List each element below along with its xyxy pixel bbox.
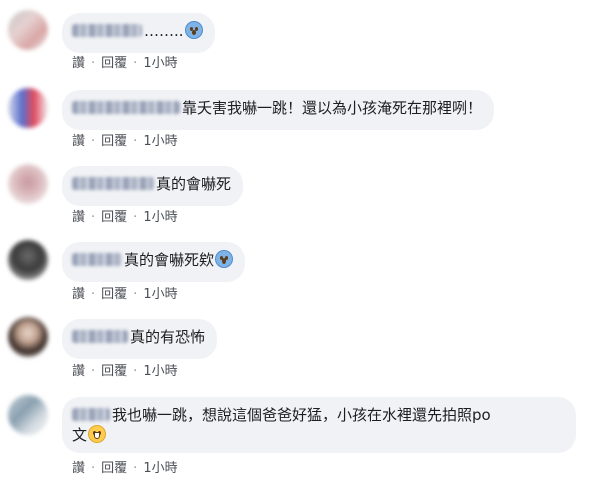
comment-actions: 讚 · 回覆 · 1小時 <box>72 364 178 380</box>
like-button[interactable]: 讚 <box>72 461 85 476</box>
like-button[interactable]: 讚 <box>72 56 85 71</box>
reply-button[interactable]: 回覆 <box>101 287 127 302</box>
separator: · <box>133 134 138 149</box>
reply-button[interactable]: 回覆 <box>101 210 127 225</box>
comment-bubble: 真的會嚇死 <box>62 166 244 206</box>
avatar[interactable] <box>8 317 48 357</box>
separator: · <box>133 364 138 379</box>
commenter-name[interactable] <box>72 330 128 343</box>
comment-actions: 讚 · 回覆 · 1小時 <box>72 56 178 72</box>
timestamp[interactable]: 1小時 <box>143 210 177 225</box>
comment-actions: 讚 · 回覆 · 1小時 <box>72 134 178 150</box>
avatar[interactable] <box>8 10 48 50</box>
avatar[interactable] <box>8 164 48 204</box>
comment-bubble: …….. <box>62 13 215 53</box>
avatar[interactable] <box>8 240 48 280</box>
scream-face-icon <box>215 250 234 268</box>
commenter-name[interactable] <box>72 177 154 190</box>
commenter-name[interactable] <box>72 101 180 114</box>
comment-text-continued: 文 <box>72 426 88 444</box>
timestamp[interactable]: 1小時 <box>143 56 177 71</box>
fear-face-icon <box>184 21 203 39</box>
comment-bubble: 我也嚇一跳，想說這個爸爸好猛，小孩在水裡還先拍照po 文 <box>62 397 576 453</box>
comment-text: 靠夭害我嚇一跳！還以為小孩淹死在那裡咧！ <box>182 99 483 117</box>
commenter-name[interactable] <box>72 253 122 266</box>
like-button[interactable]: 讚 <box>72 364 85 379</box>
separator: · <box>91 287 96 302</box>
comment-bubble: 真的有恐怖 <box>62 319 218 359</box>
like-button[interactable]: 讚 <box>72 210 85 225</box>
reply-button[interactable]: 回覆 <box>101 134 127 149</box>
comment-bubble: 真的會嚇死欸 <box>62 242 246 282</box>
commenter-name[interactable] <box>72 408 110 421</box>
avatar[interactable] <box>8 395 48 435</box>
reply-button[interactable]: 回覆 <box>101 461 127 476</box>
timestamp[interactable]: 1小時 <box>143 461 177 476</box>
timestamp[interactable]: 1小時 <box>143 287 177 302</box>
comment-text: …….. <box>144 22 184 40</box>
comment-actions: 讚 · 回覆 · 1小時 <box>72 461 178 477</box>
separator: · <box>133 210 138 225</box>
timestamp[interactable]: 1小時 <box>143 134 177 149</box>
comment-bubble: 靠夭害我嚇一跳！還以為小孩淹死在那裡咧！ <box>62 90 495 130</box>
separator: · <box>91 461 96 476</box>
commenter-name[interactable] <box>72 24 142 37</box>
separator: · <box>91 134 96 149</box>
comment-text: 真的會嚇死欸 <box>124 251 215 269</box>
separator: · <box>91 210 96 225</box>
separator: · <box>133 287 138 302</box>
avatar[interactable] <box>8 88 48 128</box>
comment-text: 真的有恐怖 <box>130 328 206 346</box>
comment-text: 真的會嚇死 <box>156 175 232 193</box>
timestamp[interactable]: 1小時 <box>143 364 177 379</box>
reply-button[interactable]: 回覆 <box>101 56 127 71</box>
comment-text: 我也嚇一跳，想說這個爸爸好猛，小孩在水裡還先拍照po <box>112 406 491 424</box>
separator: · <box>133 56 138 71</box>
comment-actions: 讚 · 回覆 · 1小時 <box>72 210 178 226</box>
separator: · <box>91 364 96 379</box>
separator: · <box>91 56 96 71</box>
separator: · <box>133 461 138 476</box>
like-button[interactable]: 讚 <box>72 134 85 149</box>
comment-list: …….. 讚 · 回覆 · 1小時 靠夭害我嚇一跳！還以為小孩淹死在那裡咧！ 讚 · 回覆 ·… <box>0 0 616 484</box>
like-button[interactable]: 讚 <box>72 287 85 302</box>
reply-button[interactable]: 回覆 <box>101 364 127 379</box>
comment-actions: 讚 · 回覆 · 1小時 <box>72 287 178 303</box>
laughing-face-icon <box>88 425 107 443</box>
